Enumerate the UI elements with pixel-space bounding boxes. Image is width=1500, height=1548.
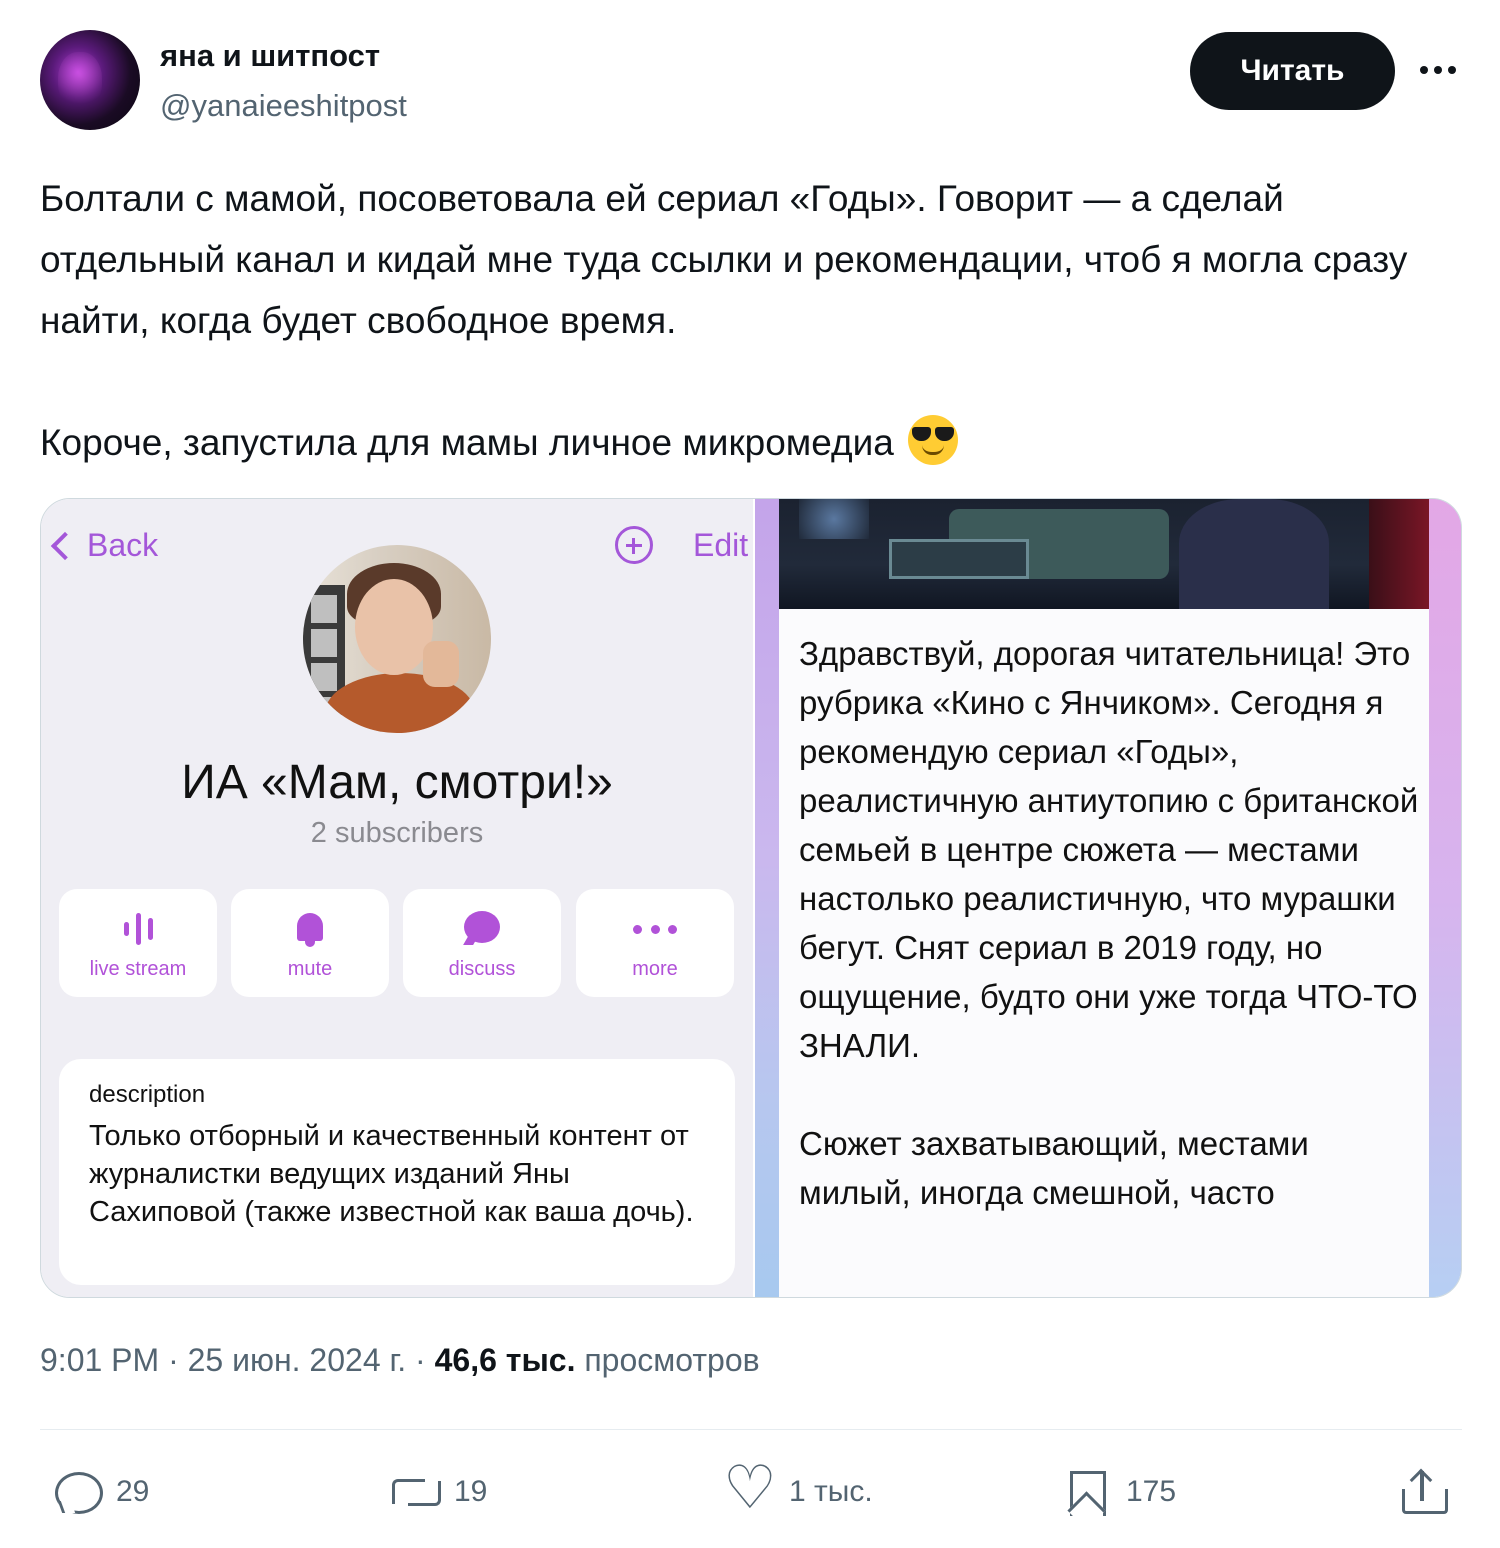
tweet-paragraph-1: Болтали с мамой, посоветовала ей сериал … [40, 178, 1408, 341]
more-dots-icon [633, 923, 677, 935]
reply-icon [52, 1467, 103, 1517]
like-count: 1 тыс. [789, 1475, 873, 1508]
views-count: 46,6 тыс. [434, 1342, 576, 1378]
repost-icon [390, 1467, 441, 1517]
tweet-paragraph-2: Короче, запустила для мамы личное микром… [40, 412, 1460, 473]
divider [40, 1429, 1462, 1430]
live-stream-icon [118, 911, 158, 947]
tweet-meta: 9:01 PM · 25 июн. 2024 г. · 46,6 тыс. пр… [40, 1342, 760, 1378]
author-avatar[interactable] [40, 30, 140, 130]
channel-post-text: Здравствуй, дорогая читательница! Это ру… [799, 629, 1419, 1217]
author-handle[interactable]: @yanaieeshitpost [160, 88, 407, 124]
media-image-channel-post[interactable]: Здравствуй, дорогая читательница! Это ру… [755, 499, 1461, 1297]
chevron-left-icon [50, 531, 80, 560]
discuss-action: discuss [403, 889, 561, 997]
back-link: Back [45, 527, 158, 564]
share-icon [1398, 1467, 1448, 1517]
like-button[interactable]: 1 тыс. [723, 1453, 873, 1523]
media-image-channel-profile[interactable]: Back Edit ИА «Мам, смотри!» 2 subscriber… [41, 499, 753, 1297]
action-label: discuss [448, 958, 516, 980]
tweet-paragraph-2-text: Короче, запустила для мамы личное микром… [40, 422, 894, 463]
tweet-date[interactable]: 25 июн. 2024 г. [188, 1342, 407, 1378]
repost-button[interactable]: 19 [390, 1462, 487, 1522]
more-options-icon[interactable] [1410, 52, 1466, 88]
channel-post-bubble: Здравствуй, дорогая читательница! Это ру… [779, 609, 1429, 1297]
movie-still-image [779, 499, 1429, 609]
action-label: live stream [89, 958, 187, 980]
post-paragraph-1: Здравствуй, дорогая читательница! Это ру… [799, 635, 1419, 1064]
bell-icon [293, 911, 327, 949]
edit-label: Edit [693, 527, 749, 563]
reply-count: 29 [116, 1475, 150, 1508]
follow-button[interactable]: Читать [1190, 32, 1395, 110]
tweet-text: Болтали с мамой, посоветовала ей сериал … [40, 168, 1460, 473]
chat-bubble-icon [464, 911, 500, 947]
channel-photo [303, 545, 491, 733]
bookmark-icon [1062, 1467, 1112, 1517]
add-member-icon [615, 526, 653, 564]
description-text: Только отборный и качественный контент о… [89, 1120, 694, 1228]
back-label: Back [87, 527, 159, 563]
post-paragraph-2: Сюжет захватывающий, местами милый, иног… [799, 1125, 1309, 1211]
description-card: description Только отборный и качественн… [59, 1059, 735, 1285]
subscriber-count: 2 subscribers [310, 817, 484, 849]
author-display-name[interactable]: яна и шитпост [160, 38, 380, 74]
channel-title: ИА «Мам, смотри!» [181, 756, 613, 809]
share-button[interactable] [1398, 1462, 1448, 1522]
views-label: просмотров [584, 1342, 760, 1378]
action-label: more [632, 958, 678, 980]
bookmark-button[interactable]: 175 [1062, 1462, 1176, 1522]
more-action: more [576, 889, 734, 997]
media-attachment[interactable]: Back Edit ИА «Мам, смотри!» 2 subscriber… [40, 498, 1462, 1298]
repost-count: 19 [454, 1475, 488, 1508]
reply-button[interactable]: 29 [52, 1462, 149, 1522]
heart-icon [723, 1453, 777, 1523]
tweet-time[interactable]: 9:01 PM [40, 1342, 159, 1378]
sunglasses-emoji-icon [908, 415, 959, 465]
bookmark-count: 175 [1126, 1475, 1177, 1508]
action-label: mute [287, 958, 333, 980]
live-stream-action: live stream [59, 889, 217, 997]
mute-action: mute [231, 889, 389, 997]
description-label: description [89, 1081, 206, 1108]
